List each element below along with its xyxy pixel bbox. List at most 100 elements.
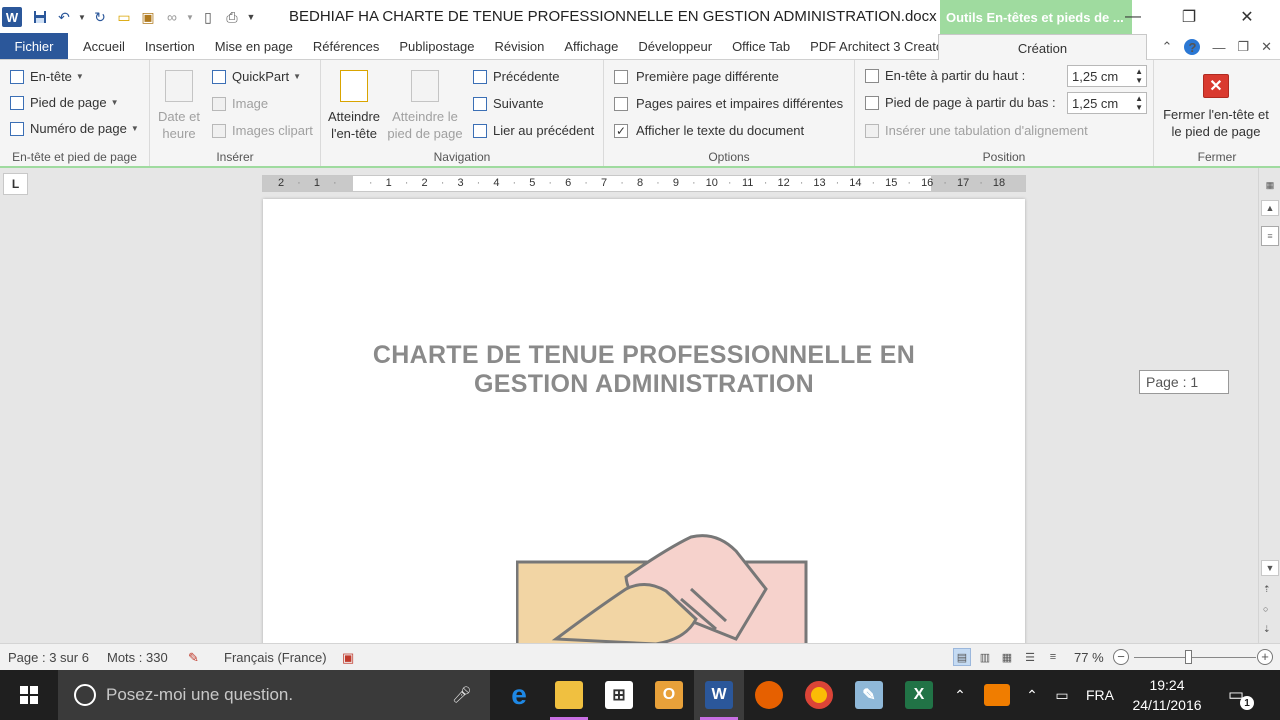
- taskbar-outlook[interactable]: O: [644, 670, 694, 720]
- previous-page-icon[interactable]: ⇡: [1263, 584, 1271, 595]
- action-center-icon[interactable]: ▭ 1: [1222, 682, 1254, 710]
- web-layout-icon[interactable]: ▦: [998, 648, 1016, 666]
- taskbar-chrome[interactable]: [794, 670, 844, 720]
- taskbar-firefox[interactable]: [744, 670, 794, 720]
- new-document-icon[interactable]: ▯: [196, 5, 220, 29]
- taskbar-file-explorer[interactable]: [544, 670, 594, 720]
- header-button[interactable]: En-tête ▼: [10, 69, 84, 84]
- zoom-in-button[interactable]: +: [1257, 649, 1273, 665]
- footer-button[interactable]: Pied de page ▼: [10, 95, 119, 110]
- ribbon-close-icon[interactable]: ✕: [1261, 39, 1272, 55]
- show-hidden-icons[interactable]: ⌃: [948, 670, 972, 720]
- document-title[interactable]: CHARTE DE TENUE PROFESSIONNELLE EN GESTI…: [263, 341, 1025, 399]
- goto-footer-button[interactable]: Atteindre le pied de page: [385, 70, 465, 142]
- zoom-level[interactable]: 77 %: [1074, 650, 1104, 665]
- document-area[interactable]: L 2 · 1 · · 1 · 2 · 3 · 4 · 5 · 6 · 7 · 8 · 9 · 10 · 11 · 12 · 13 · 14 ·…: [0, 168, 1258, 643]
- scroll-up-button[interactable]: ▲: [1261, 200, 1279, 216]
- tab-mailings[interactable]: Publipostage: [389, 33, 484, 59]
- ruler-toggle-icon[interactable]: ▦: [1261, 177, 1279, 193]
- taskbar-excel[interactable]: X: [894, 670, 944, 720]
- tab-layout[interactable]: Mise en page: [205, 33, 303, 59]
- undo-dropdown-icon[interactable]: ▼: [76, 5, 88, 29]
- save-icon[interactable]: [28, 5, 52, 29]
- network-icon[interactable]: ▭: [1048, 670, 1076, 720]
- taskbar-edge[interactable]: e: [494, 670, 544, 720]
- taskbar-clock[interactable]: 19:24 24/11/2016: [1124, 675, 1210, 715]
- close-window-button[interactable]: ✕: [1224, 0, 1270, 34]
- scroll-down-button[interactable]: ▼: [1261, 560, 1279, 576]
- tray-app-icon[interactable]: [976, 670, 1018, 720]
- minimize-button[interactable]: —: [1110, 0, 1156, 34]
- goto-header-button[interactable]: Atteindre l'en-tête: [325, 70, 383, 142]
- horizontal-ruler[interactable]: 2 · 1 · · 1 · 2 · 3 · 4 · 5 · 6 · 7 · 8 · 9 · 10 · 11 · 12 · 13 · 14 · 15…: [262, 175, 1026, 192]
- ribbon-minimize-icon[interactable]: —: [1212, 40, 1225, 55]
- tab-pdf-architect[interactable]: PDF Architect 3 Creator: [800, 33, 957, 59]
- taskbar-word[interactable]: W: [694, 670, 744, 720]
- print-preview-icon[interactable]: ⎙: [220, 5, 244, 29]
- link-dropdown-icon[interactable]: ▼: [184, 5, 196, 29]
- quickpart-button[interactable]: QuickPart ▼: [212, 69, 301, 84]
- language-indicator[interactable]: Français (France): [224, 650, 327, 665]
- ribbon-restore-icon[interactable]: ❐: [1237, 39, 1249, 55]
- taskbar-store[interactable]: ⊞: [594, 670, 644, 720]
- briefcase-icon[interactable]: ▣: [136, 5, 160, 29]
- undo-icon[interactable]: ↶: [52, 5, 76, 29]
- spin-arrows-icon[interactable]: ▲ ▼: [1135, 94, 1143, 112]
- tab-insert[interactable]: Insertion: [135, 33, 205, 59]
- vertical-scrollbar[interactable]: ▦ ▲ ≡ ▼ ⇡ ○ ⇣: [1258, 168, 1280, 643]
- zoom-slider-track[interactable]: [1134, 657, 1256, 658]
- scroll-thumb[interactable]: ≡: [1261, 226, 1279, 246]
- tab-home[interactable]: Accueil: [68, 33, 135, 59]
- page-count[interactable]: Page : 3 sur 6: [8, 650, 89, 665]
- zoom-slider-thumb[interactable]: [1184, 650, 1192, 664]
- redo-icon[interactable]: ↻: [88, 5, 112, 29]
- outline-view-icon[interactable]: ☰: [1021, 648, 1039, 666]
- footer-from-bottom-input[interactable]: 1,25 cm ▲ ▼: [1067, 92, 1147, 114]
- first-page-checkbox[interactable]: Première page différente: [614, 69, 779, 84]
- zoom-out-button[interactable]: −: [1113, 649, 1129, 665]
- date-time-button[interactable]: Date et heure: [154, 70, 204, 142]
- tab-view[interactable]: Affichage: [554, 33, 628, 59]
- open-folder-icon[interactable]: ▭: [112, 5, 136, 29]
- proofing-icon[interactable]: ✎: [188, 650, 199, 666]
- next-button[interactable]: Suivante: [473, 96, 544, 111]
- microphone-icon[interactable]: 🎤︎: [452, 685, 472, 705]
- page-number-button[interactable]: Numéro de page ▼: [10, 121, 139, 136]
- print-layout-view-icon[interactable]: ▤: [953, 648, 971, 666]
- header-from-top-input[interactable]: 1,25 cm ▲ ▼: [1067, 65, 1147, 87]
- taskbar-paint[interactable]: ✎: [844, 670, 894, 720]
- tab-file[interactable]: Fichier: [0, 33, 68, 59]
- insert-alignment-tab-button[interactable]: Insérer une tabulation d'alignement: [865, 123, 1088, 138]
- restore-button[interactable]: ❐: [1166, 0, 1212, 34]
- collapse-ribbon-icon[interactable]: ⌃: [1162, 39, 1173, 55]
- macro-record-icon[interactable]: ▣: [342, 650, 354, 666]
- tray-chevron-icon[interactable]: ⌃: [1020, 670, 1044, 720]
- start-button[interactable]: [0, 670, 58, 720]
- cortana-search-box[interactable]: Posez-moi une question. 🎤︎: [58, 670, 490, 720]
- odd-even-checkbox[interactable]: Pages paires et impaires différentes: [614, 96, 843, 111]
- link-to-previous-button[interactable]: Lier au précédent: [473, 123, 594, 138]
- input-language[interactable]: FRA: [1080, 670, 1120, 720]
- clipart-button[interactable]: Images clipart: [212, 123, 313, 138]
- word-app-icon[interactable]: W: [2, 7, 22, 27]
- tab-stop-selector[interactable]: L: [3, 173, 28, 195]
- spin-arrows-icon[interactable]: ▲ ▼: [1135, 67, 1143, 85]
- show-document-text-checkbox[interactable]: ✓ Afficher le texte du document: [614, 123, 804, 138]
- browse-object-icon[interactable]: ○: [1263, 604, 1268, 614]
- link-icon[interactable]: ∞: [160, 5, 184, 29]
- tab-references[interactable]: Références: [303, 33, 389, 59]
- next-page-icon[interactable]: ⇣: [1263, 624, 1271, 635]
- image-button[interactable]: Image: [212, 96, 268, 111]
- document-page[interactable]: CHARTE DE TENUE PROFESSIONNELLE EN GESTI…: [263, 199, 1025, 643]
- draft-view-icon[interactable]: ≡: [1044, 648, 1062, 666]
- tab-office-tab[interactable]: Office Tab: [722, 33, 800, 59]
- tab-design[interactable]: Création: [938, 34, 1147, 61]
- customize-toolbar-icon[interactable]: ▼: [244, 5, 258, 29]
- tab-developer[interactable]: Développeur: [628, 33, 722, 59]
- help-icon[interactable]: ?: [1184, 39, 1201, 55]
- close-header-footer-button[interactable]: ✕ Fermer l'en-tête et le pied de page: [1156, 74, 1276, 140]
- word-count[interactable]: Mots : 330: [107, 650, 168, 665]
- previous-button[interactable]: Précédente: [473, 69, 560, 84]
- tab-review[interactable]: Révision: [485, 33, 555, 59]
- full-screen-reading-icon[interactable]: ▥: [976, 648, 994, 666]
